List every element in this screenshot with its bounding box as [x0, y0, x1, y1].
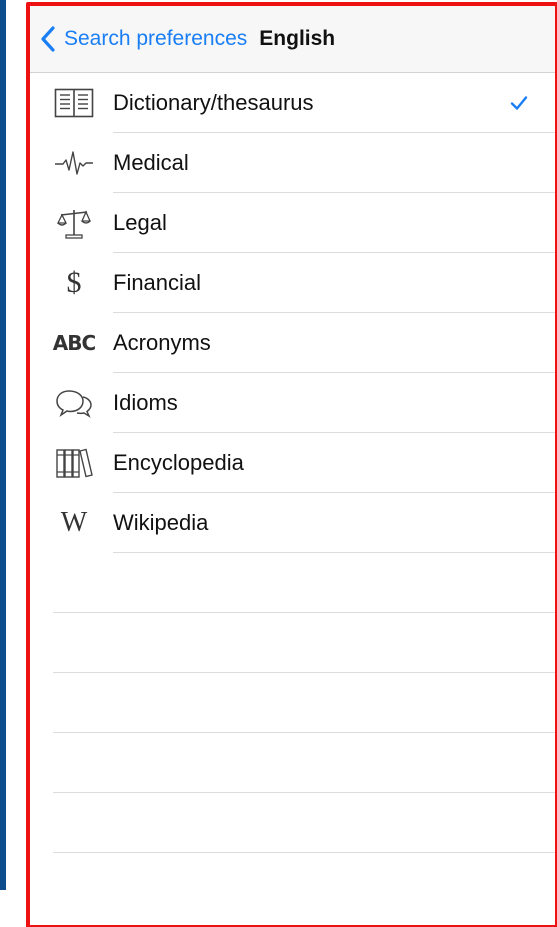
list-item-label: Wikipedia — [113, 510, 209, 535]
list-item-acronyms[interactable]: ABC Acronyms — [30, 313, 555, 373]
screen: Search preferences English Dictionary/th… — [0, 0, 557, 927]
list-item-label: Financial — [113, 270, 202, 295]
back-button-label: Search preferences — [64, 27, 248, 50]
list-item-label: Acronyms — [113, 330, 211, 355]
books-icon — [52, 445, 96, 481]
empty-row — [30, 793, 555, 853]
empty-row — [30, 553, 555, 613]
list-item-label: Idioms — [113, 390, 178, 415]
back-button[interactable]: Search preferences — [40, 25, 247, 53]
list-item-wikipedia[interactable]: W Wikipedia — [30, 493, 555, 553]
search-preferences-popover: Search preferences English Dictionary/th… — [26, 2, 557, 927]
list-item-label: Medical — [113, 150, 189, 175]
wikipedia-icon: W — [60, 507, 88, 538]
chevron-left-icon — [40, 25, 58, 53]
list-item-medical[interactable]: Medical — [30, 133, 555, 193]
abc-icon: ABC — [52, 331, 96, 355]
book-icon — [52, 85, 96, 121]
list-item-label: Legal — [113, 210, 167, 235]
empty-row — [30, 673, 555, 733]
list-item-idioms[interactable]: Idioms — [30, 373, 555, 433]
heartbeat-icon — [52, 145, 96, 181]
speech-bubbles-icon — [52, 385, 96, 421]
checkmark-icon — [509, 93, 529, 113]
list-item-label: Encyclopedia — [113, 450, 244, 475]
empty-row — [30, 733, 555, 793]
list-item-legal[interactable]: Legal — [30, 193, 555, 253]
scales-icon — [52, 205, 96, 241]
page-title: English — [259, 27, 336, 50]
list-item-label: Dictionary/thesaurus — [113, 90, 314, 115]
empty-row — [30, 613, 555, 673]
background-app-edge — [0, 0, 6, 890]
dollar-icon: $ — [66, 266, 82, 299]
list-item-encyclopedia[interactable]: Encyclopedia — [30, 433, 555, 493]
list-item-financial[interactable]: $ Financial — [30, 253, 555, 313]
navigation-bar: Search preferences English — [30, 6, 555, 73]
list-item-dictionary[interactable]: Dictionary/thesaurus — [30, 73, 555, 133]
source-list: Dictionary/thesaurus Medical Legal $ Fin… — [30, 73, 555, 853]
